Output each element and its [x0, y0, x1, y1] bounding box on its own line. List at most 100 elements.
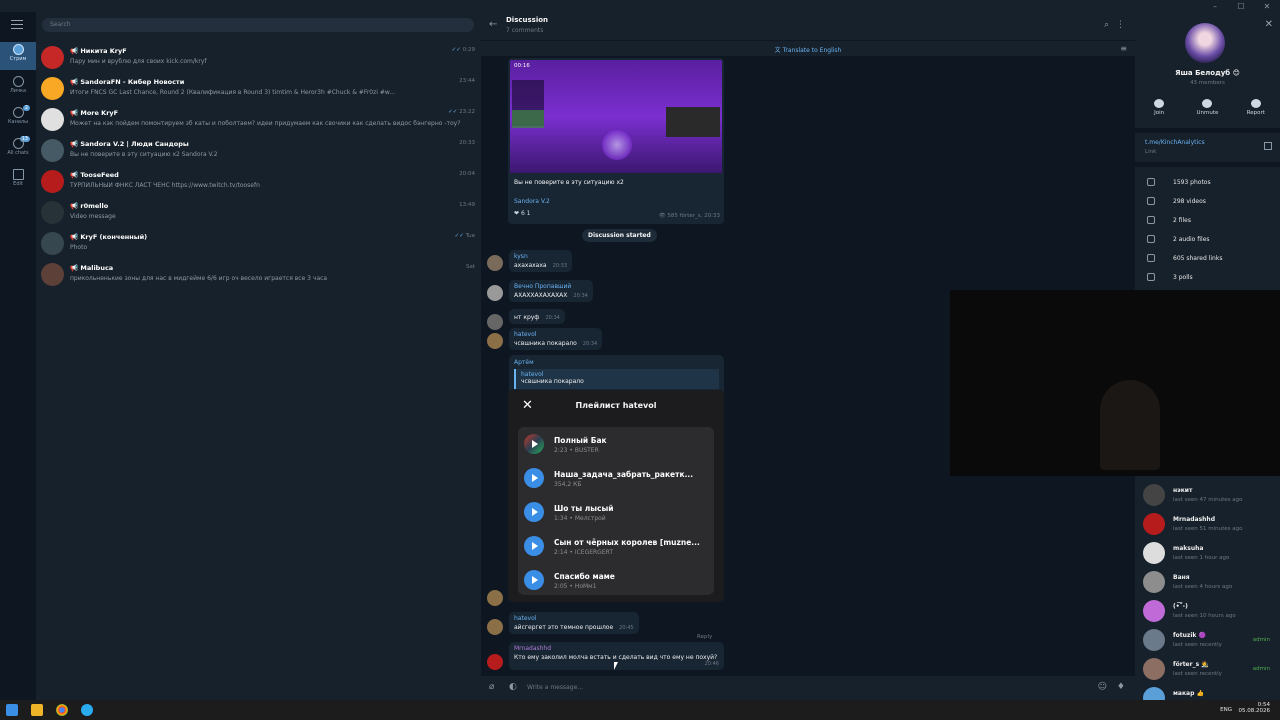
track-title: Наша_задача_забрать_ракетк...: [554, 470, 694, 479]
chat-preview: ТУРПИЛЬНЫЙ ФНКС ЛАСТ ЧЕНС https://www.tw…: [70, 182, 260, 189]
message[interactable]: нт круф 20:34: [509, 309, 565, 324]
chrome-icon[interactable]: [56, 704, 68, 716]
message[interactable]: hatevol айсгергет это темное прошлое 20:4…: [509, 612, 639, 634]
member-list-item[interactable]: Ваня last seen 4 hours ago: [1135, 567, 1280, 596]
message[interactable]: Вечно Пропавший АХАХХАХАХАХАХ 20:34: [509, 280, 593, 302]
chat-list-item[interactable]: 📢 Malibuca прикольненькие зоны для нас в …: [36, 259, 481, 290]
member-list-item[interactable]: Mrnadashhd last seen 51 minutes ago: [1135, 509, 1280, 538]
quoted-message[interactable]: hatevol чсвшника покарало: [514, 369, 719, 389]
folder-personal[interactable]: Личка: [0, 74, 36, 102]
chat-list-item[interactable]: 📢 TooseFeed ТУРПИЛЬНЫЙ ФНКС ЛАСТ ЧЕНС htt…: [36, 166, 481, 197]
avatar[interactable]: [487, 654, 503, 670]
menu-icon[interactable]: [11, 20, 23, 30]
avatar[interactable]: [487, 333, 503, 349]
search-icon[interactable]: ⌕: [1104, 20, 1109, 30]
avatar[interactable]: [487, 619, 503, 635]
play-icon[interactable]: [524, 536, 544, 556]
chat-list-item[interactable]: 📢 Никита KryF Пару мин и врублю для своих…: [36, 42, 481, 73]
group-avatar[interactable]: [1185, 23, 1225, 63]
chat-list-item[interactable]: 📢 r0mello Video message 13:49: [36, 197, 481, 228]
chat-list-item[interactable]: 📢 Sandora V.2 | Люди Сандоры Вы не повери…: [36, 135, 481, 166]
member-list-item[interactable]: нэкит last seen 47 minutes ago: [1135, 480, 1280, 509]
post-caption: Вы не поверите в эту ситуацию x2: [514, 179, 624, 186]
member-role: admin: [1252, 637, 1270, 643]
chat-time: ✓✓ 23:22: [448, 109, 475, 115]
emoji-icon[interactable]: ☺: [1098, 682, 1107, 692]
folder-all-chats[interactable]: 13 All chats: [0, 136, 36, 164]
link-label: Link: [1145, 149, 1157, 155]
message[interactable]: hatevol чсвшника покарало 20:34: [509, 328, 603, 350]
avatar: [1143, 629, 1165, 651]
windows-start-icon[interactable]: [6, 704, 18, 716]
language-indicator[interactable]: ENG: [1220, 707, 1232, 713]
microphone-icon[interactable]: ♦: [1117, 682, 1125, 692]
member-status: last seen recently: [1173, 642, 1222, 648]
telegram-icon[interactable]: [81, 704, 93, 716]
member-name: maksuha: [1173, 545, 1204, 552]
play-icon[interactable]: [524, 434, 544, 454]
chat-list-item[interactable]: 📢 SandoraFN - Кибер Новости Итоги FNCS GC…: [36, 73, 481, 104]
member-list-item[interactable]: (•͡˘-) last seen 10 hours ago: [1135, 596, 1280, 625]
translate-bar[interactable]: 文 Translate to English ≡: [481, 40, 1135, 56]
report-button[interactable]: Report: [1236, 96, 1276, 126]
avatar[interactable]: [487, 314, 503, 330]
attach-icon[interactable]: ⌀: [489, 682, 494, 692]
avatar: [41, 139, 64, 162]
playlist-track[interactable]: Шо ты лысый 1:34 • Мелстрой: [518, 495, 714, 529]
folder-edit[interactable]: Edit: [0, 167, 36, 195]
chat-time: ✓✓ 0:29: [451, 47, 475, 53]
avatar: [1143, 484, 1165, 506]
member-status: last seen 51 minutes ago: [1173, 526, 1243, 532]
group-link[interactable]: t.me/KinchAnalytics: [1145, 139, 1205, 146]
media-stat-row[interactable]: 2 audio files: [1135, 230, 1280, 249]
media-stat-row[interactable]: 298 videos: [1135, 192, 1280, 211]
qr-code-icon[interactable]: [1264, 142, 1272, 150]
chat-list-item[interactable]: 📢 KryF (конченный) Photo ✓✓ Tue: [36, 228, 481, 259]
back-arrow-icon[interactable]: ←: [489, 19, 497, 30]
post-channel[interactable]: Sandora V.2: [514, 198, 550, 205]
reply-hint[interactable]: Reply: [697, 634, 712, 640]
avatar[interactable]: [487, 590, 503, 606]
member-list-item[interactable]: förter_s 🧑‍🎨 last seen recently admin: [1135, 654, 1280, 683]
clock-date[interactable]: 05.08.2026: [1239, 708, 1271, 714]
playlist-track[interactable]: Спасибо маме 2:05 • НоМм1: [518, 563, 714, 597]
send-as-icon[interactable]: ◐: [509, 682, 517, 692]
close-icon[interactable]: ✕: [1265, 19, 1273, 30]
folder-channels[interactable]: 2 Каналы: [0, 105, 36, 133]
video-preview[interactable]: 00:16: [510, 60, 722, 173]
avatar: [1143, 513, 1165, 535]
close-window-icon[interactable]: ✕: [1254, 0, 1280, 12]
folder-stream[interactable]: Стрим: [0, 42, 36, 70]
playlist-track[interactable]: Сын от чёрных королев [muzne... 2:14 • IC…: [518, 529, 714, 563]
avatar[interactable]: [487, 255, 503, 271]
minimize-icon[interactable]: –: [1202, 0, 1228, 12]
playlist-track[interactable]: Полный Бак 2:23 • BUSTER: [518, 427, 714, 461]
search-input[interactable]: Search: [42, 18, 474, 32]
file-explorer-icon[interactable]: [31, 704, 43, 716]
message-input[interactable]: Write a message...: [527, 684, 583, 691]
playlist-track[interactable]: Наша_задача_забрать_ракетк... 354,2 КБ: [518, 461, 714, 495]
avatar: [41, 46, 64, 69]
media-stat-row[interactable]: 1593 photos: [1135, 173, 1280, 192]
media-stat-row[interactable]: 605 shared links: [1135, 249, 1280, 268]
play-icon[interactable]: [524, 502, 544, 522]
media-stat-row[interactable]: 2 files: [1135, 211, 1280, 230]
message[interactable]: kysn ахахахаха 20:33: [509, 250, 573, 272]
filter-icon[interactable]: ≡: [1120, 44, 1127, 53]
message-text: чсвшника покарало 20:34: [514, 340, 597, 347]
more-icon[interactable]: ⋮: [1116, 20, 1125, 30]
media-stat-row[interactable]: 3 polls: [1135, 268, 1280, 287]
post-reactions[interactable]: ❤ 6 1: [514, 210, 530, 217]
message-time: 20:34: [573, 293, 588, 299]
member-list-item[interactable]: fotuzik 🟣 last seen recently admin: [1135, 625, 1280, 654]
folder-icon: [12, 44, 24, 55]
chat-list-item[interactable]: 📢 More KryF Может на кэк пойдем помонтиру…: [36, 104, 481, 135]
unmute-button[interactable]: Unmute: [1187, 96, 1227, 126]
play-icon[interactable]: [524, 468, 544, 488]
avatar[interactable]: [487, 285, 503, 301]
join-button[interactable]: Join: [1139, 96, 1179, 126]
maximize-icon[interactable]: ☐: [1228, 0, 1254, 12]
chat-name: 📢 Malibuca: [70, 264, 114, 272]
member-list-item[interactable]: maksuha last seen 1 hour ago: [1135, 538, 1280, 567]
play-icon[interactable]: [524, 570, 544, 590]
